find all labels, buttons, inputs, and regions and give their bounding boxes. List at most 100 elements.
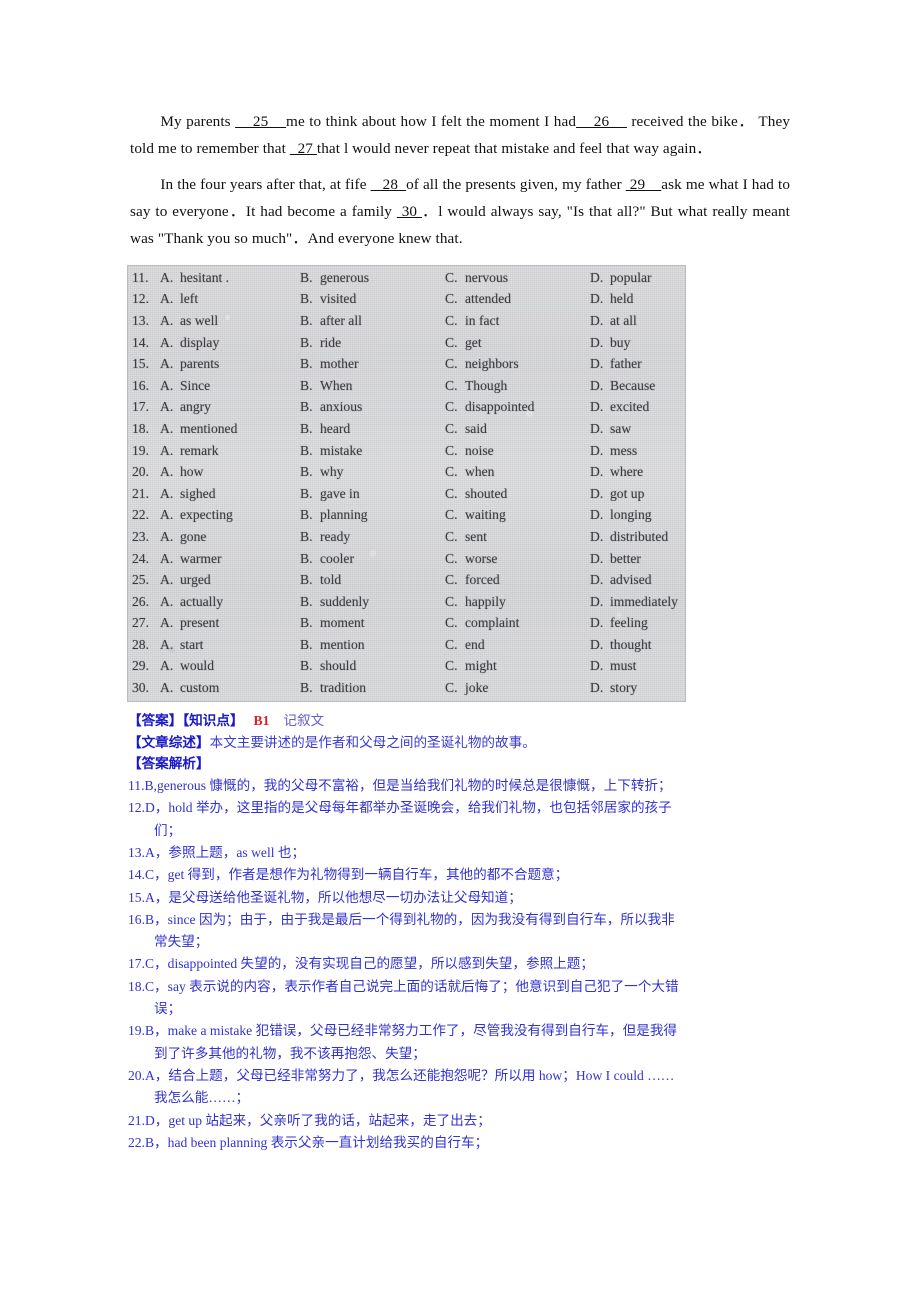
option-text-c: joke — [465, 680, 489, 696]
option-choice-d: D. feeling — [590, 615, 686, 631]
option-choice-c: C. in fact — [445, 313, 590, 329]
option-choice-a: A. parents — [160, 356, 300, 372]
option-letter-a: A. — [160, 550, 174, 566]
option-text-d: buy — [610, 334, 631, 350]
option-letter-c: C. — [445, 615, 458, 631]
option-text-b: gave in — [320, 485, 360, 501]
option-text-b: ride — [320, 334, 342, 350]
option-letter-b: B. — [300, 615, 313, 631]
option-text-c: end — [465, 636, 485, 652]
explanation-main-text: 18.C，say 表示说的内容，表示作者自己说完上面的话就后悔了；他意识到自己犯… — [128, 978, 679, 994]
option-text-b: ready — [320, 528, 351, 544]
option-letter-c: C. — [445, 291, 458, 307]
option-letter-a: A. — [160, 377, 174, 393]
option-choice-b: B. anxious — [300, 399, 445, 415]
explanation-item: 22.B，had been planning 表示父亲一直计划给我买的自行车； — [128, 1132, 808, 1154]
option-letter-b: B. — [300, 420, 313, 436]
option-letter-b: B. — [300, 528, 313, 544]
explanation-main-text: 20.A，结合上题，父母已经非常努力了，我怎么还能抱怨呢？所以用 how；How… — [128, 1067, 675, 1083]
option-letter-a: A. — [160, 420, 174, 436]
option-choice-c: C. noise — [445, 443, 590, 459]
option-text-b: mention — [320, 636, 365, 652]
option-text-b: planning — [320, 507, 368, 523]
option-text-d: advised — [610, 572, 652, 588]
option-choice-d: D. must — [590, 658, 686, 674]
option-letter-b: B. — [300, 291, 313, 307]
passage-text: In the four years after that, at fife — [160, 176, 371, 193]
options-row: 18. A. mentioned B. heard C. said D. saw — [127, 418, 686, 440]
option-text-a: custom — [180, 680, 220, 696]
option-choice-d: D. longing — [590, 507, 686, 523]
explanation-item: 13.A，参照上题，as well 也； — [128, 842, 808, 864]
explanation-continuation-text: 误； — [154, 1001, 182, 1017]
option-text-c: in fact — [465, 312, 500, 328]
option-choice-b: B. planning — [300, 507, 445, 523]
answer-explanation-tag: 【答案解析】 — [128, 756, 210, 772]
option-text-a: angry — [180, 399, 211, 415]
options-row-number: 18. — [132, 420, 149, 436]
option-text-c: Though — [465, 377, 508, 393]
option-text-d: longing — [610, 507, 652, 523]
option-letter-a: A. — [160, 442, 174, 458]
option-letter-b: B. — [300, 399, 313, 415]
option-choice-d: D. at all — [590, 313, 686, 329]
option-text-b: after all — [320, 312, 362, 328]
option-choice-a: A. Since — [160, 378, 300, 394]
explanation-main-text: 19.B，make a mistake 犯错误，父母已经非常努力工作了，尽管我没… — [128, 1023, 678, 1039]
options-row: 16. A. Since B. When C. Though D. Because — [127, 375, 686, 397]
option-letter-b: B. — [300, 636, 313, 652]
options-row: 30. A. custom B. tradition C. joke D. story — [127, 677, 686, 699]
document-page: My parents 25 me to think about how I fe… — [0, 0, 920, 1302]
option-letter-b: B. — [300, 464, 313, 480]
option-choice-b: B. mother — [300, 356, 445, 372]
option-text-a: expecting — [180, 507, 233, 523]
option-letter-c: C. — [445, 528, 458, 544]
option-letter-a: A. — [160, 658, 174, 674]
options-row-number: 16. — [132, 377, 149, 393]
explanation-main-text: 12.D，hold 举办，这里指的是父母每年都举办圣诞晚会，给我们礼物，也包括邻… — [128, 800, 672, 816]
option-choice-b: B. mistake — [300, 443, 445, 459]
option-letter-d: D. — [590, 334, 604, 350]
option-text-b: moment — [320, 615, 365, 631]
option-letter-d: D. — [590, 269, 604, 285]
option-letter-b: B. — [300, 269, 313, 285]
option-text-c: happily — [465, 593, 506, 609]
option-letter-d: D. — [590, 636, 604, 652]
option-text-d: mess — [610, 442, 638, 458]
option-choice-a: A. warmer — [160, 551, 300, 567]
options-row-number: 30. — [132, 680, 149, 696]
option-text-b: why — [320, 464, 344, 480]
option-text-d: held — [610, 291, 634, 307]
option-letter-b: B. — [300, 658, 313, 674]
option-text-a: present — [180, 615, 220, 631]
options-row: 11. A. hesitant . B. generous C. nervous D. popu… — [127, 267, 686, 289]
option-letter-c: C. — [445, 269, 458, 285]
option-letter-d: D. — [590, 485, 604, 501]
options-row: 21. A. sighed B. gave in C. shouted D. got up — [127, 483, 686, 505]
options-row-number: 12. — [132, 291, 149, 307]
option-text-d: saw — [610, 420, 632, 436]
option-choice-b: B. suddenly — [300, 594, 445, 610]
options-row-number: 26. — [132, 593, 149, 609]
option-choice-c: C. joke — [445, 680, 590, 696]
option-letter-b: B. — [300, 572, 313, 588]
option-choice-a: A. angry — [160, 399, 300, 415]
option-letter-d: D. — [590, 464, 604, 480]
answer-analysis-block: 【答案】【知识点】 B1 记叙文 【文章综述】本文主要讲述的是作者和父母之间的圣诞礼… — [128, 710, 808, 1154]
option-letter-a: A. — [160, 464, 174, 480]
explanation-item: 14.C，get 得到，作者是想作为礼物得到一辆自行车，其他的都不合题意； — [128, 864, 808, 886]
option-letter-d: D. — [590, 356, 604, 372]
option-text-a: hesitant . — [180, 269, 230, 285]
options-row-number: 25. — [132, 572, 149, 588]
option-choice-b: B. told — [300, 572, 445, 588]
option-choice-a: A. sighed — [160, 486, 300, 502]
explanation-item: 20.A，结合上题，父母已经非常努力了，我怎么还能抱怨呢？所以用 how；How… — [128, 1065, 808, 1110]
option-choice-c: C. complaint — [445, 615, 590, 631]
option-text-a: start — [180, 636, 204, 652]
option-text-b: should — [320, 658, 357, 674]
options-row-number: 24. — [132, 550, 149, 566]
option-letter-b: B. — [300, 356, 313, 372]
options-row: 27. A. present B. moment C. complaint D. feeling — [127, 613, 686, 635]
option-choice-c: C. forced — [445, 572, 590, 588]
option-choice-d: D. thought — [590, 637, 686, 653]
